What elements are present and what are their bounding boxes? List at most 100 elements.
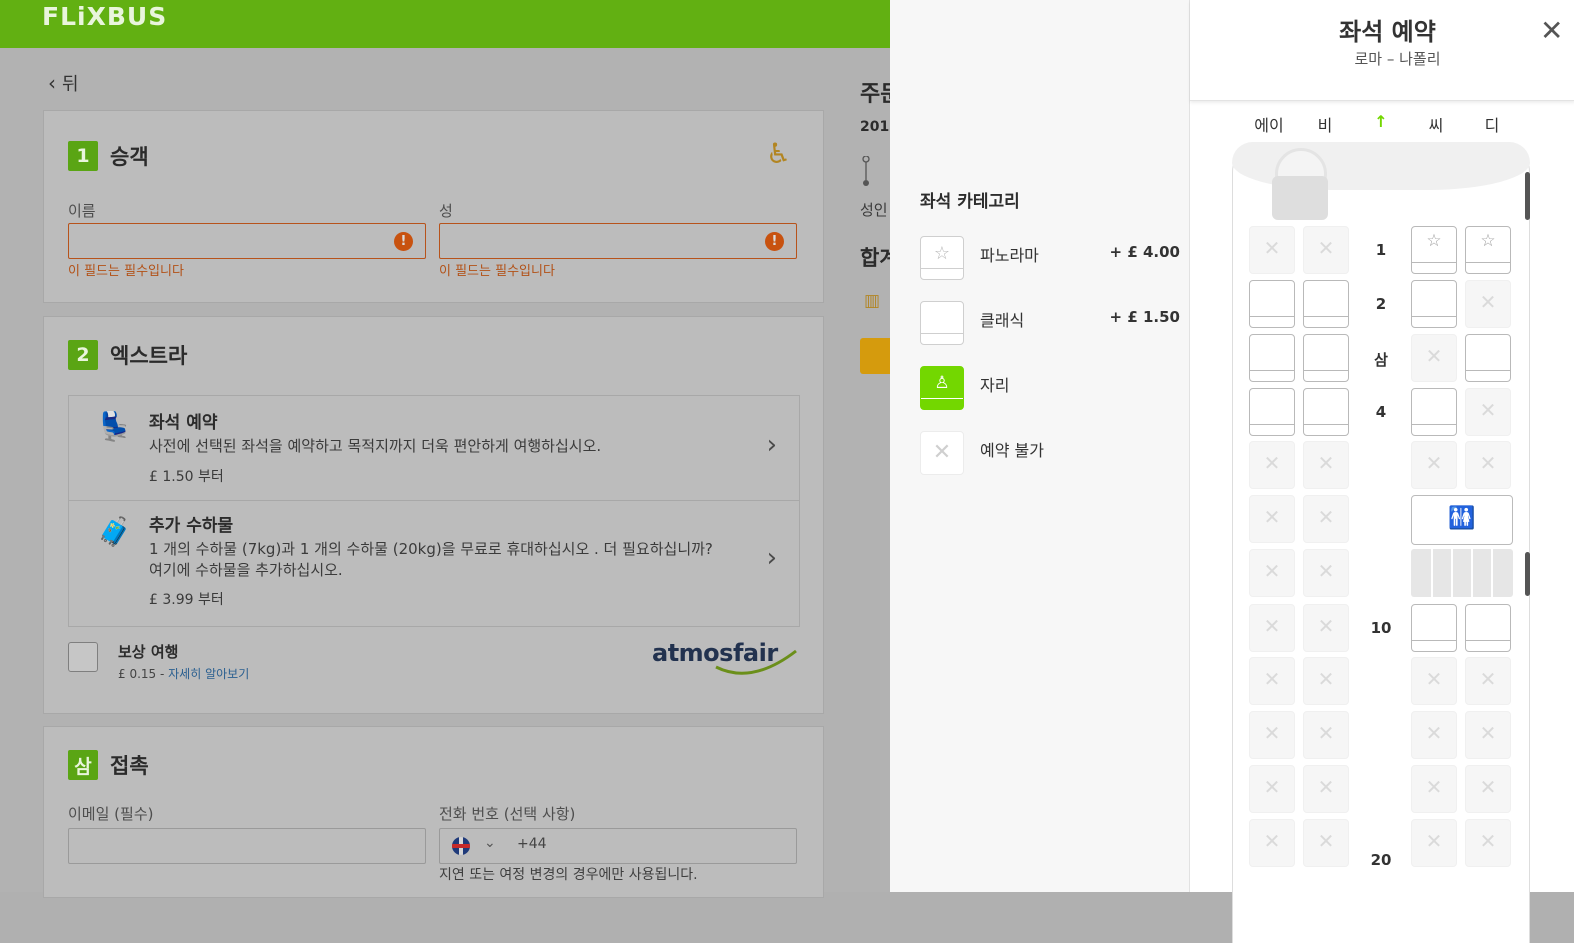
row-number: 10 xyxy=(1370,619,1392,637)
row-number: 삼 xyxy=(1374,351,1388,369)
column-label: 에이 xyxy=(1254,116,1284,135)
classic-seat[interactable] xyxy=(1465,334,1511,382)
uk-flag-icon[interactable] xyxy=(452,837,470,855)
seat-map-panel: 좌석 예약 로마 – 나폴리 ✕ 에이 비 ↑ 씨 디 1 ✕ ✕ ☆ ☆ 2 ✕ 삼 ✕ 4 ✕ ✕… xyxy=(1189,0,1574,943)
error-icon: ! xyxy=(394,232,413,251)
classic-seat[interactable] xyxy=(1411,280,1457,328)
seat-reservation-title: 좌석 예약 xyxy=(149,413,218,433)
seat-map-header: 좌석 예약 로마 – 나폴리 ✕ xyxy=(1190,0,1574,101)
unavailable-x-icon: ✕ xyxy=(1425,344,1443,368)
step-number: 1 xyxy=(68,141,98,171)
column-label: 비 xyxy=(1317,116,1333,135)
unavailable-seat: ✕ xyxy=(1411,441,1457,489)
seat-cushion xyxy=(1466,640,1510,651)
unavailable-seat: ✕ xyxy=(1249,765,1295,813)
step-number: 2 xyxy=(68,340,98,370)
unavailable-x-icon: ✕ xyxy=(1263,667,1281,691)
seat-cushion xyxy=(1412,424,1456,435)
classic-seat[interactable] xyxy=(1303,334,1349,382)
unavailable-seat: ✕ xyxy=(1249,819,1295,867)
star-icon: ☆ xyxy=(1426,231,1442,251)
unavailable-seat-icon: ✕ xyxy=(920,431,964,475)
last-name-error: 이 필드는 필수입니다 xyxy=(439,264,555,279)
row-number: 20 xyxy=(1370,851,1392,869)
atmosfair-swoosh-icon xyxy=(715,649,797,675)
stair-step xyxy=(1431,549,1433,597)
flixbus-logo[interactable]: FLiXBUS xyxy=(42,2,167,31)
stair-step xyxy=(1491,549,1493,597)
unavailable-seat: ✕ xyxy=(1249,711,1295,759)
unavailable-seat: ✕ xyxy=(1249,441,1295,489)
compensation-checkbox[interactable] xyxy=(68,642,98,672)
row-number: 1 xyxy=(1375,241,1387,259)
legend-label: 예약 불가 xyxy=(980,441,1044,460)
back-link[interactable]: ‹ 뒤 xyxy=(48,70,79,96)
scrollbar-thumb[interactable] xyxy=(1525,172,1530,220)
unavailable-x-icon: ✕ xyxy=(1479,721,1497,745)
passenger-card: 1 승객 ♿ 이름 ! 이 필드는 필수입니다 성 ! 이 필드는 필수입니다 xyxy=(43,110,824,303)
unavailable-x-icon: ✕ xyxy=(1263,829,1281,853)
unavailable-x-icon: ✕ xyxy=(1317,721,1335,745)
unavailable-x-icon: ✕ xyxy=(1317,829,1335,853)
unavailable-x-icon: ✕ xyxy=(1479,667,1497,691)
compensation-title: 보상 여행 xyxy=(118,643,179,661)
extra-luggage-row[interactable]: 🧳 추가 수하물 1 개의 수하물 (7kg)과 1 개의 수하물 (20kg)… xyxy=(69,501,799,626)
section-title: 승객 xyxy=(110,145,149,169)
classic-seat[interactable] xyxy=(1249,280,1295,328)
seat-reservation-row[interactable]: 💺 좌석 예약 사전에 선택된 좌석을 예약하고 목적지까지 더욱 편안하게 여… xyxy=(69,396,799,501)
seat-cushion xyxy=(1412,262,1456,273)
unavailable-x-icon: ✕ xyxy=(1263,505,1281,529)
driver-seat-icon xyxy=(1272,176,1328,220)
email-field[interactable] xyxy=(68,828,426,864)
legend-label: 파노라마 xyxy=(980,246,1039,265)
first-name-field[interactable]: ! xyxy=(68,223,426,259)
column-label: 디 xyxy=(1484,116,1500,135)
row-number: 4 xyxy=(1375,403,1387,421)
extras-card: 2 엑스트라 💺 좌석 예약 사전에 선택된 좌석을 예약하고 목적지까지 더욱… xyxy=(43,316,824,714)
contact-card: 삼 접촉 이메일 (필수) 전화 번호 (선택 사항) ⌄ +44 지연 또는 … xyxy=(43,726,824,898)
unavailable-x-icon: ✕ xyxy=(1425,451,1443,475)
unavailable-x-icon: ✕ xyxy=(1479,775,1497,799)
chevron-left-icon: ‹ xyxy=(48,71,56,95)
unavailable-seat: ✕ xyxy=(1465,711,1511,759)
unavailable-seat: ✕ xyxy=(1303,819,1349,867)
classic-seat[interactable] xyxy=(1249,388,1295,436)
unavailable-seat: ✕ xyxy=(1303,711,1349,759)
panorama-seat[interactable]: ☆ xyxy=(1411,226,1457,274)
unavailable-seat: ✕ xyxy=(1465,280,1511,328)
section-title: 엑스트라 xyxy=(110,344,188,368)
chevron-down-icon[interactable]: ⌄ xyxy=(484,835,496,851)
scrollbar-thumb[interactable] xyxy=(1525,552,1530,596)
extras-list: 💺 좌석 예약 사전에 선택된 좌석을 예약하고 목적지까지 더욱 편안하게 여… xyxy=(68,395,800,627)
accessibility-icon[interactable]: ♿ xyxy=(766,137,800,171)
unavailable-x-icon: ✕ xyxy=(1317,451,1335,475)
unavailable-x-icon: ✕ xyxy=(1263,721,1281,745)
stair-step xyxy=(1451,549,1453,597)
unavailable-x-icon: ✕ xyxy=(1263,775,1281,799)
classic-seat[interactable] xyxy=(1411,604,1457,652)
seat-cushion xyxy=(1466,262,1510,273)
last-name-field[interactable]: ! xyxy=(439,223,797,259)
unavailable-seat: ✕ xyxy=(1411,334,1457,382)
classic-seat[interactable] xyxy=(1249,334,1295,382)
star-icon: ☆ xyxy=(1480,231,1496,251)
classic-seat[interactable] xyxy=(1465,604,1511,652)
unavailable-seat: ✕ xyxy=(1303,657,1349,705)
legend-item-panorama: ☆ 파노라마 + £ 4.00 xyxy=(920,236,1180,282)
legend-title: 좌석 카테고리 xyxy=(920,192,1020,212)
legend-item-classic: 클래식 + £ 1.50 xyxy=(920,301,1180,347)
classic-seat[interactable] xyxy=(1303,388,1349,436)
direction-arrow-icon: ↑ xyxy=(1374,112,1388,131)
unavailable-seat: ✕ xyxy=(1249,604,1295,652)
unavailable-seat: ✕ xyxy=(1249,226,1295,274)
classic-seat[interactable] xyxy=(1303,280,1349,328)
panorama-seat[interactable]: ☆ xyxy=(1465,226,1511,274)
classic-seat[interactable] xyxy=(1411,388,1457,436)
extra-luggage-price: £ 3.99 부터 xyxy=(149,592,224,608)
unavailable-x-icon: ✕ xyxy=(1317,667,1335,691)
learn-more-link[interactable]: 자세히 알아보기 xyxy=(168,667,249,681)
phone-country-code: +44 xyxy=(517,836,547,852)
close-icon[interactable]: ✕ xyxy=(1540,14,1563,47)
phone-field[interactable]: ⌄ +44 xyxy=(439,828,797,864)
unavailable-seat: ✕ xyxy=(1465,765,1511,813)
